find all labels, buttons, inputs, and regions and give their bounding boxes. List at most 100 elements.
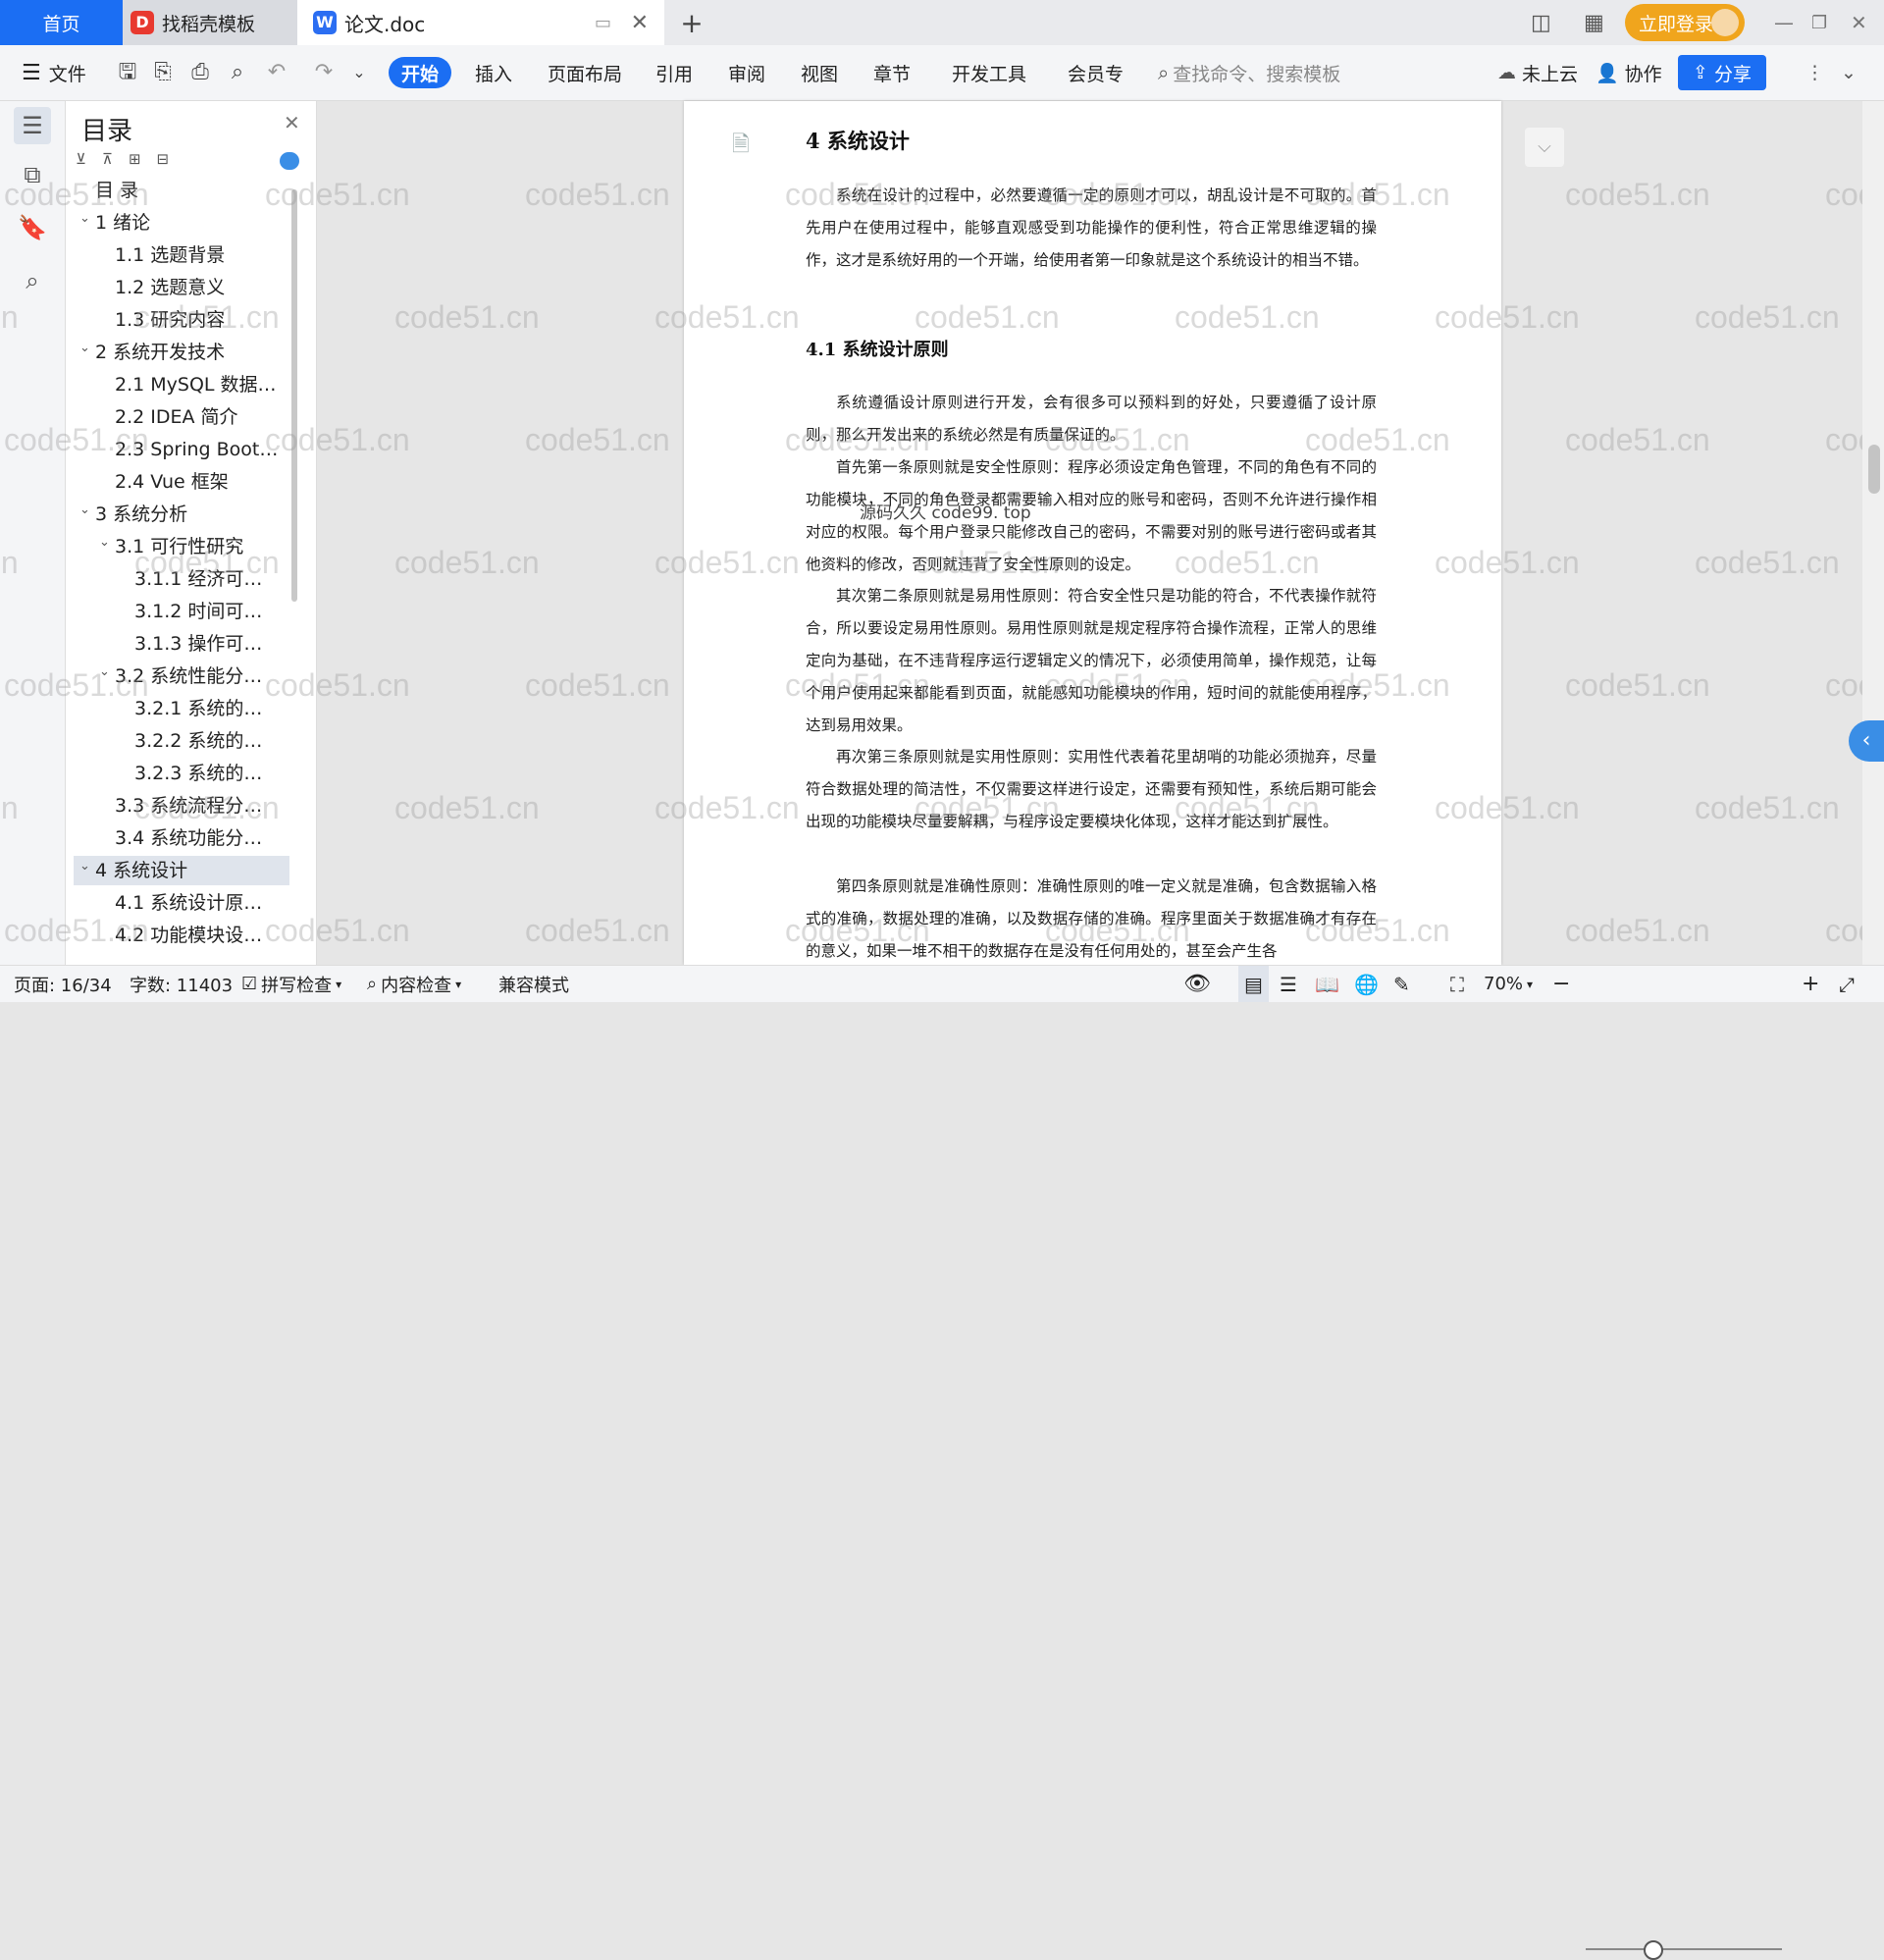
- toc-item[interactable]: 3.2.3 系统的…: [134, 759, 282, 788]
- toc-item[interactable]: 2.1 MySQL 数据…: [115, 370, 282, 399]
- toc-caret-icon[interactable]: ⌄: [79, 204, 90, 234]
- toc-item[interactable]: 3.1.3 操作可…: [134, 629, 282, 659]
- toc-item[interactable]: 3.1.1 经济可…: [134, 564, 282, 594]
- restore-icon[interactable]: ❐: [1811, 0, 1827, 45]
- toc-item[interactable]: 3.1 可行性研究: [115, 532, 282, 561]
- new-tab-button[interactable]: +: [677, 0, 706, 45]
- tab-developer[interactable]: 开发工具: [952, 45, 1026, 100]
- toc-item[interactable]: 3.2 系统性能分…: [115, 662, 282, 691]
- word-count[interactable]: 字数: 11403: [130, 966, 233, 1002]
- user-add-icon: 👤: [1596, 62, 1619, 84]
- comment-toggle-icon[interactable]: ⌵: [1525, 128, 1564, 167]
- toc-item[interactable]: 1.2 选题意义: [115, 273, 282, 302]
- toc-caret-icon[interactable]: ⌄: [79, 496, 90, 525]
- toc-item[interactable]: 2.4 Vue 框架: [115, 467, 282, 497]
- window-mode-icon[interactable]: ▭: [595, 13, 611, 33]
- toc-item[interactable]: 3.2.2 系统的…: [134, 726, 282, 756]
- tab-template[interactable]: D 找稻壳模板: [123, 0, 297, 45]
- toc-item[interactable]: 3 系统分析: [95, 500, 282, 529]
- minimize-icon[interactable]: —: [1774, 0, 1794, 45]
- more-options-icon[interactable]: ⋮: [1806, 45, 1824, 100]
- navigation-pane-icon[interactable]: ⧉: [14, 156, 51, 193]
- save-icon[interactable]: 🖫: [114, 59, 141, 86]
- write-mode-icon[interactable]: ✎: [1393, 966, 1410, 1002]
- toc-item[interactable]: 1.1 选题背景: [115, 240, 282, 270]
- bookmark-icon[interactable]: 🔖: [14, 209, 51, 246]
- paragraph-4: 其次第二条原则就是易用性原则：符合安全性只是功能的符合，不代表操作就符合，所以要…: [806, 587, 1377, 734]
- tab-start[interactable]: 开始: [389, 57, 451, 88]
- expand-all-icon[interactable]: ⊼: [102, 150, 129, 168]
- preview-icon[interactable]: ⌕: [224, 59, 251, 86]
- zoom-level[interactable]: 70% ▾: [1484, 966, 1533, 1002]
- close-tab-icon[interactable]: ✕: [631, 11, 649, 35]
- zoom-slider[interactable]: [1586, 1948, 1782, 1950]
- toc-scrollbar[interactable]: [291, 189, 297, 602]
- remove-heading-icon[interactable]: ⊟: [157, 150, 185, 168]
- collab-button[interactable]: 👤 协作: [1596, 45, 1662, 100]
- toc-caret-icon[interactable]: ⌄: [99, 658, 110, 687]
- quick-access-dropdown-icon[interactable]: ⌄: [345, 59, 373, 86]
- toc-caret-icon[interactable]: ⌄: [79, 334, 90, 363]
- zoom-in-icon[interactable]: +: [1802, 966, 1819, 1002]
- toc-item[interactable]: 1 绪论: [95, 208, 282, 238]
- content-check-button[interactable]: ⌕ 内容检查 ▾: [367, 966, 461, 1002]
- toc-item[interactable]: 目 录: [95, 176, 282, 205]
- tab-page-layout[interactable]: 页面布局: [548, 45, 622, 100]
- web-view-icon[interactable]: 🌐: [1354, 966, 1379, 1002]
- export-icon[interactable]: ⎘: [149, 59, 177, 86]
- layout-icon[interactable]: ◫: [1531, 0, 1551, 45]
- document-scrollbar[interactable]: [1862, 101, 1884, 965]
- toc-item[interactable]: 2.3 Spring Boot …: [115, 435, 282, 464]
- toc-item[interactable]: 3.4 系统功能分…: [115, 823, 282, 853]
- toc-panel-icon[interactable]: ☰: [14, 107, 51, 144]
- apps-grid-icon[interactable]: ▦: [1584, 0, 1604, 45]
- toc-caret-icon[interactable]: ⌄: [99, 528, 110, 557]
- zoom-out-icon[interactable]: −: [1552, 966, 1570, 1002]
- share-button[interactable]: ⇪ 分享: [1678, 55, 1766, 90]
- toc-item[interactable]: 2 系统开发技术: [95, 338, 282, 367]
- toc-caret-icon[interactable]: ⌄: [79, 852, 90, 881]
- tab-document[interactable]: W 论文.doc ▭ ✕: [297, 0, 664, 45]
- paragraph-format-icon[interactable]: 🗎: [732, 128, 750, 165]
- toc-item[interactable]: 4.1 系统设计原…: [115, 888, 282, 918]
- toc-item[interactable]: 3.3 系统流程分…: [115, 791, 282, 821]
- find-icon[interactable]: ⌕: [14, 262, 51, 299]
- close-panel-icon[interactable]: ✕: [284, 111, 300, 134]
- close-window-icon[interactable]: ✕: [1851, 0, 1867, 45]
- more-tabs-icon[interactable]: ›: [1115, 45, 1121, 100]
- eye-protection-icon[interactable]: 👁: [1183, 966, 1211, 1002]
- tab-review[interactable]: 审阅: [728, 45, 765, 100]
- reading-view-icon[interactable]: 📖: [1315, 966, 1339, 1002]
- zoom-slider-handle[interactable]: [1644, 1940, 1663, 1960]
- toc-item[interactable]: 2.2 IDEA 简介: [115, 402, 282, 432]
- add-heading-icon[interactable]: ⊞: [129, 150, 157, 168]
- command-search[interactable]: ⌕ 查找命令、搜索模板: [1158, 45, 1340, 100]
- tab-view[interactable]: 视图: [801, 45, 838, 100]
- document-scrollbar-thumb[interactable]: [1868, 445, 1880, 494]
- undo-icon[interactable]: ↶: [263, 59, 290, 86]
- page-view-icon[interactable]: ▤: [1238, 966, 1269, 1002]
- collapse-all-icon[interactable]: ⊻: [76, 150, 102, 168]
- toc-item[interactable]: 4 系统设计: [95, 856, 282, 885]
- login-button[interactable]: 立即登录: [1625, 4, 1745, 41]
- toc-item[interactable]: 3.2.1 系统的…: [134, 694, 282, 723]
- redo-icon[interactable]: ↷: [310, 59, 338, 86]
- side-panel-expand-icon[interactable]: ‹: [1849, 720, 1884, 762]
- tab-section[interactable]: 章节: [873, 45, 911, 100]
- fullscreen-icon[interactable]: ⤢: [1839, 966, 1855, 1002]
- ai-assist-icon[interactable]: [280, 152, 299, 170]
- file-menu[interactable]: ☰ 文件: [22, 45, 86, 100]
- tab-insert[interactable]: 插入: [475, 45, 512, 100]
- cloud-status-button[interactable]: ☁ 未上云: [1497, 45, 1578, 100]
- toc-item[interactable]: 1.3 研究内容: [115, 305, 282, 335]
- toc-item[interactable]: 3.1.2 时间可…: [134, 597, 282, 626]
- tab-references[interactable]: 引用: [655, 45, 693, 100]
- page-indicator[interactable]: 页面: 16/34: [14, 966, 112, 1002]
- fit-page-icon[interactable]: ⛶: [1450, 966, 1464, 1002]
- collapse-ribbon-icon[interactable]: ⌄: [1841, 45, 1857, 100]
- tab-home[interactable]: 首页: [0, 0, 123, 45]
- toc-item[interactable]: 4.2 功能模块设…: [115, 921, 282, 950]
- spell-check-button[interactable]: ☑ 拼写检查 ▾: [241, 966, 341, 1002]
- outline-view-icon[interactable]: ☰: [1280, 966, 1297, 1002]
- print-icon[interactable]: ⎙: [186, 59, 214, 86]
